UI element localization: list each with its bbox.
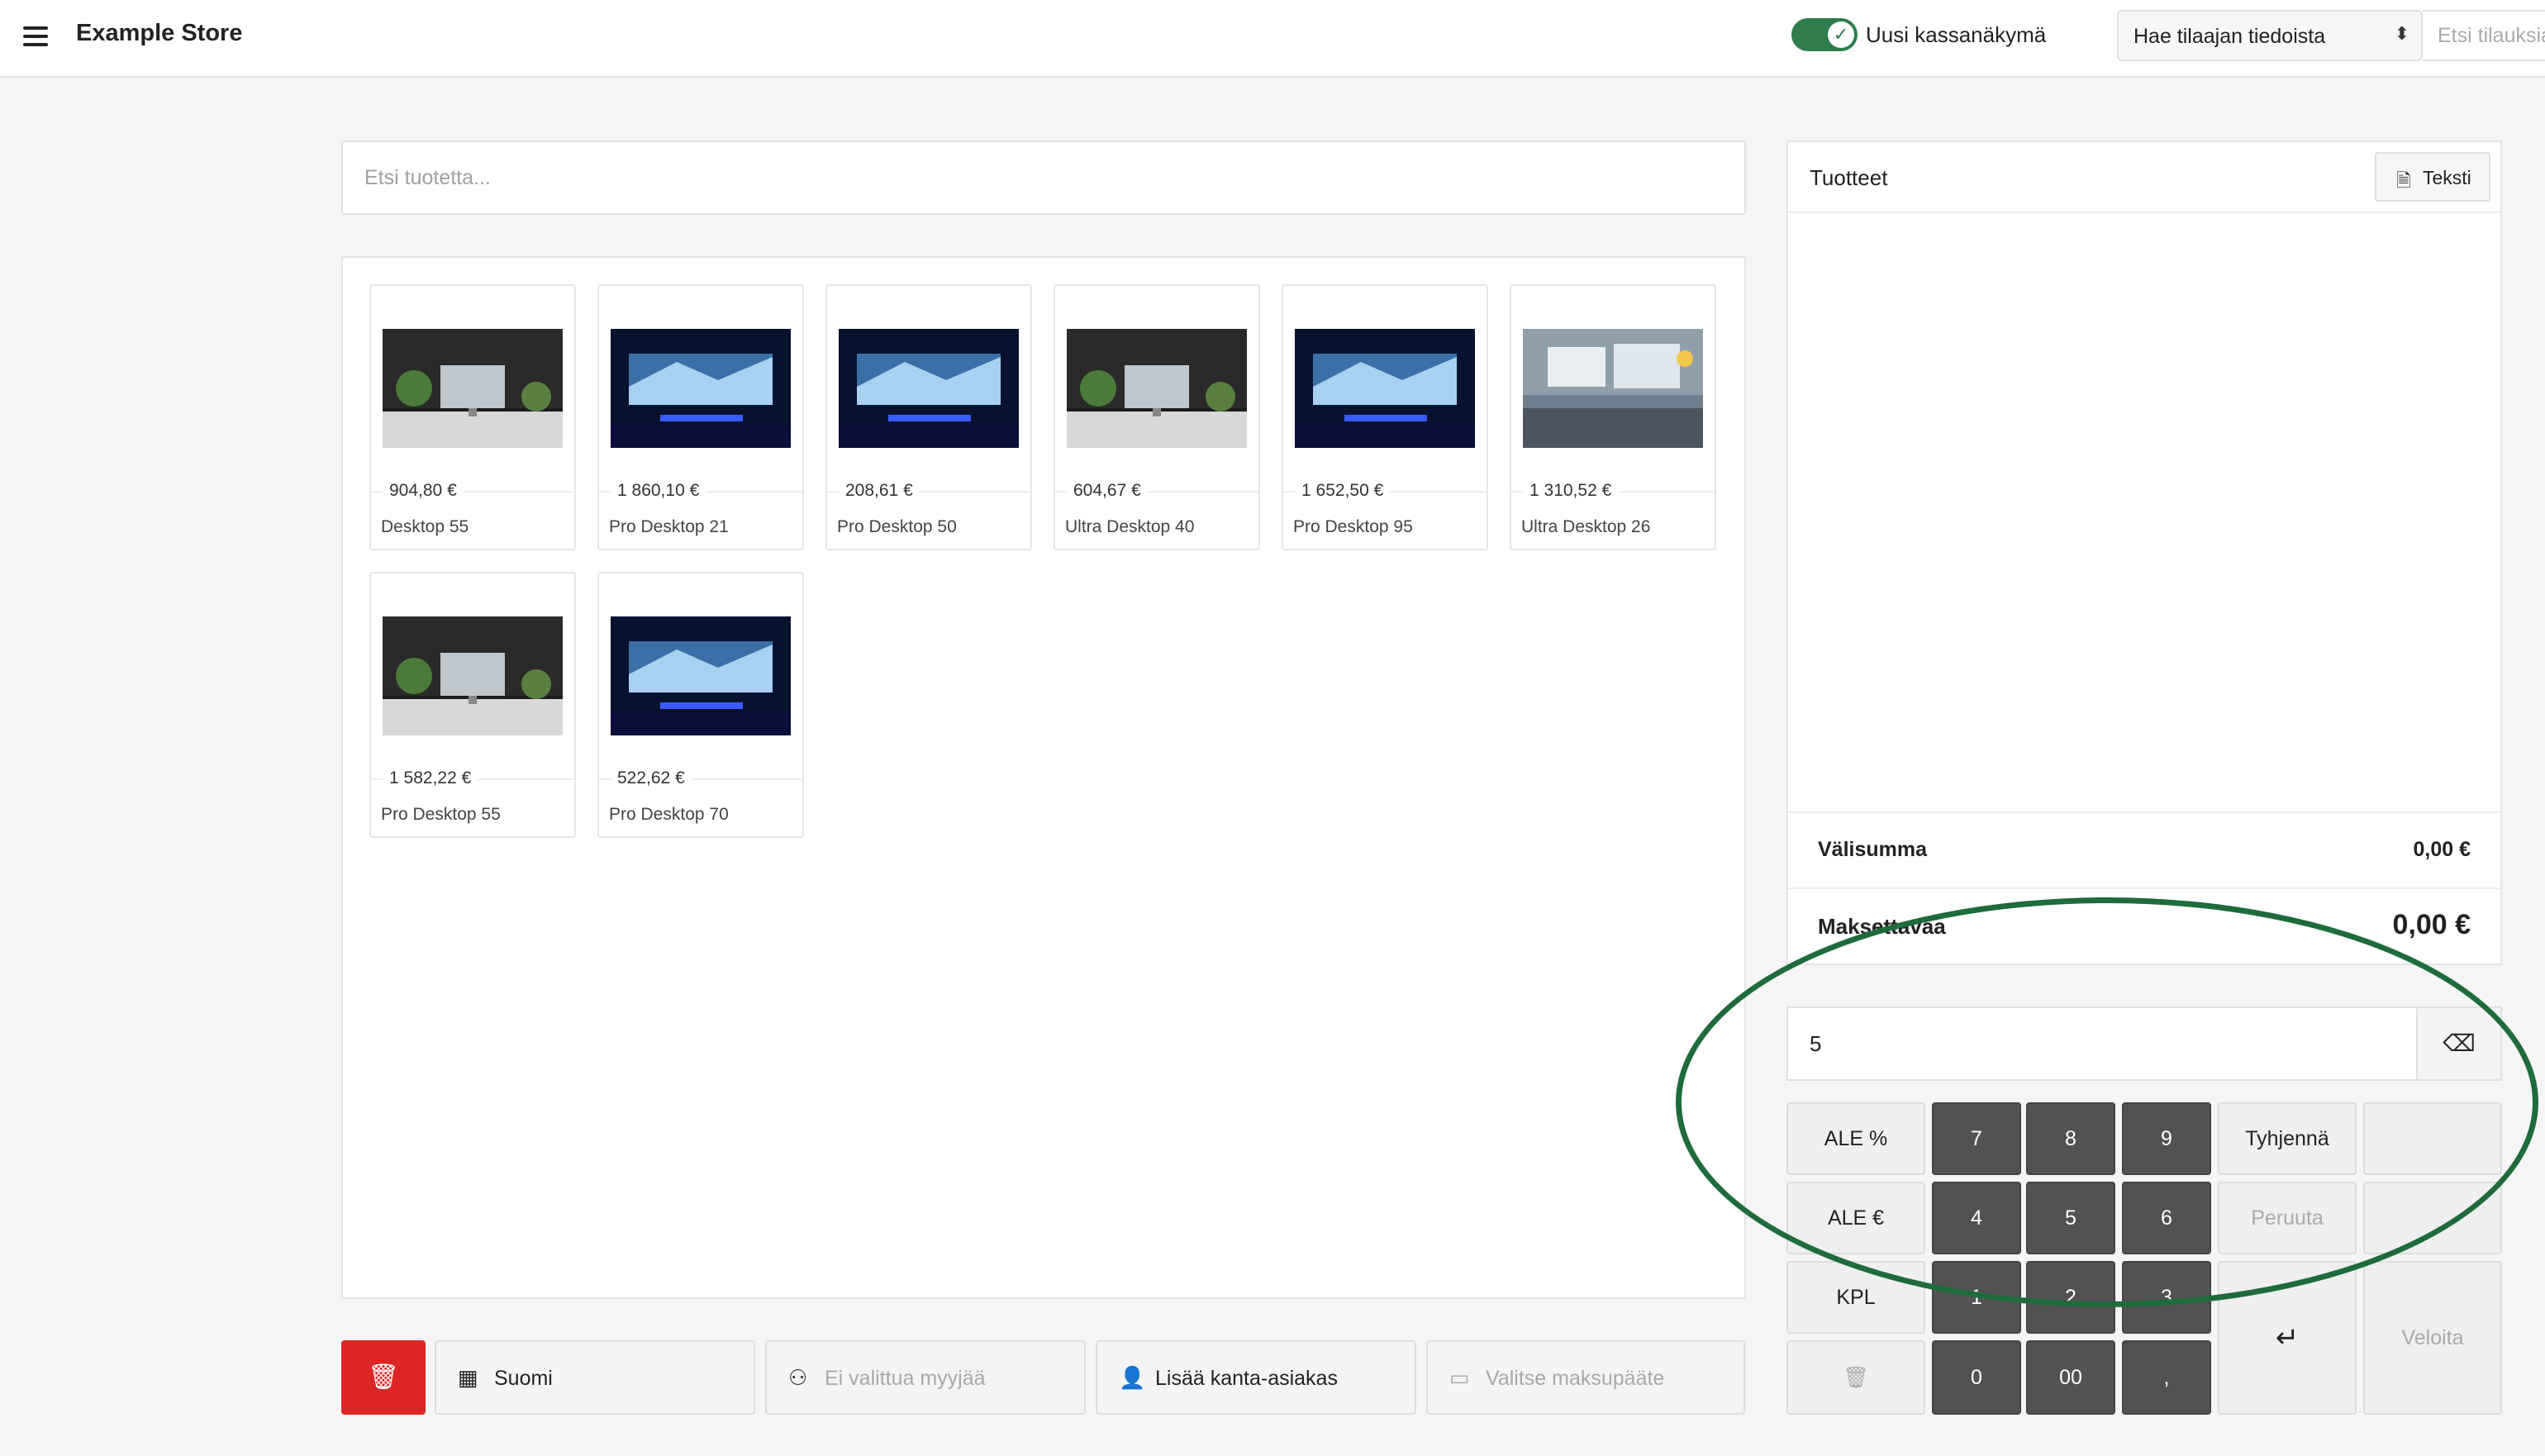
enter-return-icon: ↵ xyxy=(2275,1322,2300,1354)
key-2[interactable]: 2 xyxy=(2026,1261,2115,1334)
language-label: Suomi xyxy=(494,1367,553,1390)
key-1[interactable]: 1 xyxy=(1932,1261,2021,1334)
product-name: Pro Desktop 50 xyxy=(837,517,957,536)
user-icon: 👤 xyxy=(1119,1365,1146,1390)
product-price: 522,62 € xyxy=(611,764,692,793)
clear-input-button[interactable]: Tyhjennä xyxy=(2218,1102,2357,1175)
product-price: 1 652,50 € xyxy=(1295,476,1391,506)
discount-euro-button[interactable]: ALE € xyxy=(1786,1182,1925,1254)
document-icon: 🗎 xyxy=(2396,170,2411,191)
key-4[interactable]: 4 xyxy=(1932,1182,2021,1254)
language-icon: ▦ xyxy=(458,1365,478,1390)
top-bar: Example Store ✓ Uusi kassanäkymä Hae til… xyxy=(0,0,2545,78)
cancel-button[interactable]: Peruuta xyxy=(2218,1182,2357,1254)
product-price: 1 860,10 € xyxy=(611,476,706,506)
customer-source-select[interactable]: Hae tilaajan tiedoista ⬍ xyxy=(2117,10,2423,61)
subtotal-label: Välisumma xyxy=(1818,838,1928,861)
product-name: Pro Desktop 95 xyxy=(1293,517,1413,536)
empty-key-2 xyxy=(2363,1182,2502,1254)
add-customer-button[interactable]: 👤 Lisää kanta-asiakas xyxy=(1096,1340,1416,1415)
total-value: 0,00 € xyxy=(2392,909,2471,940)
cart-panel: Tuotteet 🗎 Teksti Välisumma 0,00 € Makse… xyxy=(1786,140,2502,965)
product-name: Pro Desktop 70 xyxy=(609,805,729,824)
product-card[interactable]: 1 860,10 € Pro Desktop 21 xyxy=(597,284,804,550)
product-name: Ultra Desktop 40 xyxy=(1065,517,1195,536)
trash-icon: 🗑 xyxy=(1843,1366,1869,1389)
payment-terminal-label: Valitse maksupääte xyxy=(1486,1367,1665,1390)
add-customer-label: Lisää kanta-asiakas xyxy=(1155,1367,1338,1390)
delete-line-button[interactable]: 🗑 xyxy=(1786,1340,1925,1415)
product-name: Pro Desktop 21 xyxy=(609,517,729,536)
discount-percent-button[interactable]: ALE % xyxy=(1786,1102,1925,1175)
product-image xyxy=(611,329,791,448)
subtotal-value: 0,00 € xyxy=(2413,838,2471,861)
product-card[interactable]: 1 582,22 € Pro Desktop 55 xyxy=(369,572,576,838)
updown-chevron-icon: ⬍ xyxy=(2394,23,2409,44)
backspace-button[interactable]: ⌫ xyxy=(2418,1006,2502,1081)
key-5[interactable]: 5 xyxy=(2026,1182,2115,1254)
product-card[interactable]: 208,61 € Pro Desktop 50 xyxy=(825,284,1032,550)
total-row: Maksettavaa 0,00 € xyxy=(1788,887,2500,965)
product-image xyxy=(611,616,791,735)
clear-cart-button[interactable]: 🗑 xyxy=(341,1340,426,1415)
cart-title: Tuotteet xyxy=(1810,165,1888,190)
check-icon: ✓ xyxy=(1828,21,1854,48)
product-image xyxy=(1523,329,1703,448)
credit-card-icon: ▭ xyxy=(1449,1365,1470,1390)
key-0[interactable]: 0 xyxy=(1932,1340,2021,1415)
text-line-label: Teksti xyxy=(2423,167,2471,188)
trash-icon: 🗑 xyxy=(367,1363,400,1391)
product-price: 904,80 € xyxy=(383,476,464,506)
menu-icon[interactable] xyxy=(23,26,48,46)
empty-key-1 xyxy=(2363,1102,2502,1175)
new-pos-view-label: Uusi kassanäkymä xyxy=(1866,22,2047,47)
store-name: Example Store xyxy=(76,20,243,46)
key-9[interactable]: 9 xyxy=(2122,1102,2211,1175)
key-00[interactable]: 00 xyxy=(2026,1340,2115,1415)
quantity-button[interactable]: KPL xyxy=(1786,1261,1925,1334)
order-search-input[interactable] xyxy=(2423,10,2545,61)
language-button[interactable]: ▦ Suomi xyxy=(435,1340,755,1415)
product-price: 208,61 € xyxy=(839,476,920,506)
key-3[interactable]: 3 xyxy=(2122,1261,2211,1334)
key-6[interactable]: 6 xyxy=(2122,1182,2211,1254)
payment-terminal-button[interactable]: ▭ Valitse maksupääte xyxy=(1426,1340,1745,1415)
product-price: 1 582,22 € xyxy=(383,764,478,793)
product-price: 1 310,52 € xyxy=(1523,476,1619,506)
enter-button[interactable]: ↵ xyxy=(2218,1261,2357,1415)
product-name: Ultra Desktop 26 xyxy=(1521,517,1651,536)
product-name: Desktop 55 xyxy=(381,517,469,536)
product-image xyxy=(1295,329,1475,448)
product-name: Pro Desktop 55 xyxy=(381,805,501,824)
charge-button[interactable]: Veloita xyxy=(2363,1261,2502,1415)
product-card[interactable]: 904,80 € Desktop 55 xyxy=(369,284,576,550)
product-search-input[interactable] xyxy=(341,140,1746,215)
key-comma[interactable]: , xyxy=(2122,1340,2211,1415)
seller-icon: ⚇ xyxy=(788,1365,808,1390)
product-card[interactable]: 604,67 € Ultra Desktop 40 xyxy=(1054,284,1260,550)
key-8[interactable]: 8 xyxy=(2026,1102,2115,1175)
amount-input[interactable] xyxy=(1786,1006,2418,1081)
seller-button[interactable]: ⚇ Ei valittua myyjää xyxy=(765,1340,1086,1415)
key-7[interactable]: 7 xyxy=(1932,1102,2021,1175)
product-image xyxy=(839,329,1019,448)
backspace-icon: ⌫ xyxy=(2443,1030,2476,1056)
seller-label: Ei valittua myyjää xyxy=(825,1367,986,1390)
subtotal-row: Välisumma 0,00 € xyxy=(1788,811,2500,889)
customer-source-value: Hae tilaajan tiedoista xyxy=(2134,25,2326,48)
product-card[interactable]: 1 310,52 € Ultra Desktop 26 xyxy=(1510,284,1716,550)
product-image xyxy=(1067,329,1247,448)
product-image xyxy=(383,329,563,448)
product-card[interactable]: 1 652,50 € Pro Desktop 95 xyxy=(1282,284,1488,550)
new-pos-view-toggle[interactable]: ✓ xyxy=(1791,18,1858,51)
text-line-button[interactable]: 🗎 Teksti xyxy=(2375,152,2490,202)
product-price: 604,67 € xyxy=(1067,476,1148,506)
product-grid: 904,80 € Desktop 55 1 860,10 € Pro Deskt… xyxy=(341,256,1746,1299)
total-label: Maksettavaa xyxy=(1818,914,1946,939)
cart-header: Tuotteet 🗎 Teksti xyxy=(1788,142,2500,213)
product-card[interactable]: 522,62 € Pro Desktop 70 xyxy=(597,572,804,838)
product-image xyxy=(383,616,563,735)
